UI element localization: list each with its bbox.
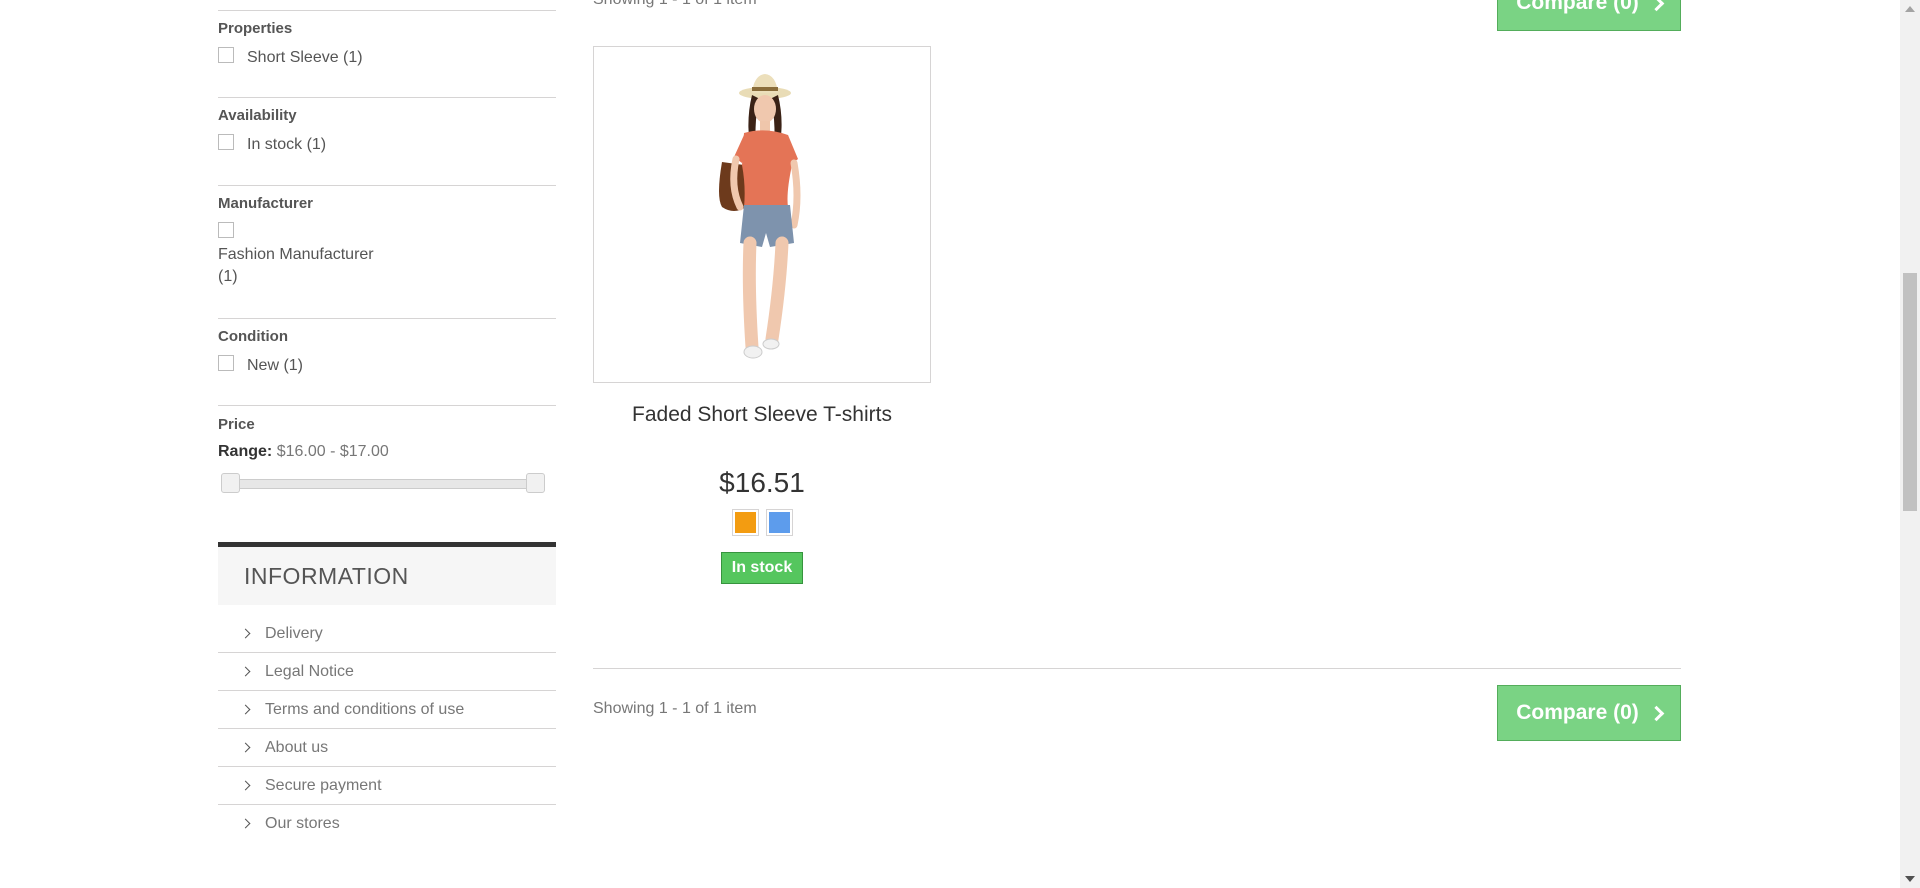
price-range-text: Range: $16.00 - $17.00 — [218, 443, 556, 461]
info-link-label[interactable]: Delivery — [265, 625, 323, 643]
chevron-right-icon — [1648, 705, 1665, 721]
info-link-terms[interactable]: Terms and conditions of use — [218, 691, 556, 729]
color-swatch-blue[interactable] — [765, 509, 793, 536]
color-swatches — [593, 509, 931, 536]
fashion-manufacturer-checkbox[interactable] — [218, 222, 234, 238]
product-image[interactable] — [593, 46, 931, 383]
chevron-right-icon — [240, 780, 251, 791]
scrollbar-thumb[interactable] — [1903, 273, 1917, 511]
filter-title-condition: Condition — [218, 328, 288, 345]
filter-title-manufacturer: Manufacturer — [218, 195, 314, 212]
chevron-right-icon — [240, 704, 251, 715]
price-range-label: Range: — [218, 443, 273, 460]
info-link-label[interactable]: About us — [265, 739, 328, 757]
product-name-link[interactable]: Faded Short Sleeve T-shirts — [593, 403, 931, 427]
chevron-right-icon — [240, 666, 251, 677]
fashion-manufacturer-name[interactable]: Fashion Manufacturer — [218, 244, 388, 266]
price-range-value: $16.00 - $17.00 — [276, 443, 389, 460]
filter-option-in-stock[interactable]: In stock (1) — [218, 134, 556, 154]
compare-button-bottom[interactable]: Compare (0) — [1497, 685, 1681, 741]
information-header: INFORMATION — [218, 542, 556, 605]
compare-button-top[interactable]: Compare (0) — [1497, 0, 1681, 31]
information-block: INFORMATION Delivery Legal Notice Terms … — [218, 542, 556, 842]
chevron-right-icon — [240, 742, 251, 753]
showing-count-top: Showing 1 - 1 of 1 item — [593, 0, 757, 9]
info-link-label[interactable]: Legal Notice — [265, 663, 354, 681]
content-divider — [593, 668, 1681, 669]
product-photo-woman — [719, 74, 801, 359]
info-link-legal-notice[interactable]: Legal Notice — [218, 653, 556, 691]
filter-option-new[interactable]: New (1) — [218, 355, 556, 375]
information-list: Delivery Legal Notice Terms and conditio… — [218, 615, 556, 842]
info-link-about-us[interactable]: About us — [218, 729, 556, 767]
info-link-label[interactable]: Secure payment — [265, 777, 382, 795]
short-sleeve-checkbox[interactable] — [218, 47, 234, 63]
chevron-right-icon — [1648, 0, 1665, 11]
chevron-right-icon — [240, 628, 251, 639]
compare-button-label[interactable]: Compare (0) — [1516, 0, 1639, 15]
vertical-scrollbar[interactable] — [1900, 0, 1920, 888]
info-link-delivery[interactable]: Delivery — [218, 615, 556, 653]
filter-price: Price Range: $16.00 - $17.00 — [218, 416, 556, 493]
color-swatch-orange[interactable] — [731, 509, 759, 536]
scroll-up-arrow-icon[interactable] — [1905, 6, 1915, 12]
price-slider-track[interactable] — [224, 479, 542, 489]
showing-count-bottom: Showing 1 - 1 of 1 item — [593, 700, 757, 717]
new-condition-checkbox[interactable] — [218, 355, 234, 371]
price-slider-max-handle[interactable] — [526, 473, 545, 493]
compare-button-label[interactable]: Compare (0) — [1516, 701, 1639, 725]
filter-option-short-sleeve[interactable]: Short Sleeve (1) — [218, 47, 556, 67]
filter-title-price: Price — [218, 416, 255, 433]
scroll-down-arrow-icon[interactable] — [1905, 876, 1915, 882]
stock-status: In stock — [593, 552, 931, 584]
info-link-label[interactable]: Terms and conditions of use — [265, 701, 464, 719]
fashion-manufacturer-count[interactable]: (1) — [218, 266, 388, 288]
price-range-slider[interactable] — [218, 473, 548, 493]
filter-title-properties: Properties — [218, 20, 293, 37]
fashion-manufacturer-label[interactable]: Fashion Manufacturer (1) — [218, 244, 388, 288]
new-condition-label[interactable]: New (1) — [247, 357, 303, 375]
price-slider-min-handle[interactable] — [221, 473, 240, 493]
information-title: INFORMATION — [244, 563, 409, 589]
product-card: Faded Short Sleeve T-shirts $16.51 In st… — [593, 46, 931, 584]
short-sleeve-label[interactable]: Short Sleeve (1) — [247, 49, 363, 67]
info-link-label[interactable]: Our stores — [265, 815, 340, 833]
in-stock-label[interactable]: In stock (1) — [247, 136, 326, 154]
filter-title-availability: Availability — [218, 107, 297, 124]
product-price: $16.51 — [719, 467, 805, 498]
filter-properties: Properties Short Sleeve (1) — [218, 20, 556, 98]
filter-manufacturer: Manufacturer Fashion Manufacturer (1) — [218, 195, 556, 319]
filter-availability: Availability In stock (1) — [218, 107, 556, 186]
info-link-our-stores[interactable]: Our stores — [218, 805, 556, 842]
in-stock-badge: In stock — [720, 552, 804, 584]
in-stock-checkbox[interactable] — [218, 134, 234, 150]
info-link-secure-payment[interactable]: Secure payment — [218, 767, 556, 805]
sidebar-top-divider — [218, 10, 556, 11]
chevron-right-icon — [240, 818, 251, 829]
filter-option-fashion-manufacturer[interactable]: Fashion Manufacturer (1) — [218, 222, 556, 288]
filter-condition: Condition New (1) — [218, 328, 556, 406]
